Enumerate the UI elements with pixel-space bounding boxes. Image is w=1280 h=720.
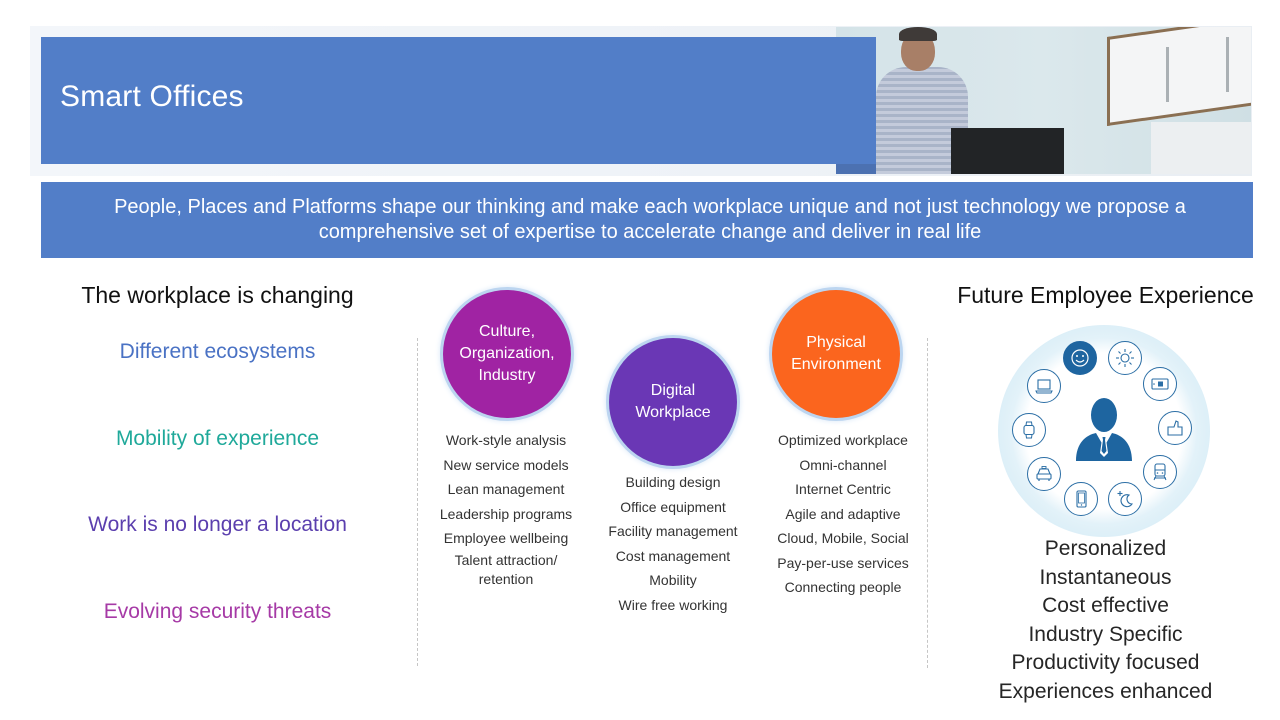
list-item: Leadership programs <box>439 505 573 522</box>
list-item: Pay-per-use services <box>777 554 909 571</box>
moon-icon <box>1108 482 1142 516</box>
pillar-physical-title: Physical Environment <box>791 334 881 373</box>
pillar-culture-circle: Culture, Organization, Industry <box>443 290 571 418</box>
pillar-digital-list: Building design Office equipment Facilit… <box>588 470 758 617</box>
workplace-changing-heading: The workplace is changing <box>81 282 354 308</box>
change-item-mobility: Mobility of experience <box>115 427 320 450</box>
list-item: Cost effective <box>1042 594 1169 618</box>
smartphone-icon <box>1064 482 1098 516</box>
pillar-culture-list: Work-style analysis New service models L… <box>420 428 592 589</box>
pillar-physical-list: Optimized workplace Omni-channel Interne… <box>757 428 929 600</box>
pillar-digital-circle: Digital Workplace <box>609 338 737 466</box>
list-item: Facility management <box>608 523 738 539</box>
list-item: Wire free working <box>618 596 728 613</box>
subtitle-text: People, Places and Platforms shape our t… <box>114 196 1186 243</box>
page-title: Smart Offices <box>60 80 244 113</box>
future-experience-heading: Future Employee Experience <box>957 282 1254 308</box>
list-item: Omni-channel <box>799 456 887 473</box>
list-item: Cost management <box>615 547 731 564</box>
list-item: Connecting people <box>784 579 902 595</box>
smartwatch-icon <box>1012 413 1046 447</box>
list-item: Work-style analysis <box>445 432 567 448</box>
employee-icon <box>1076 398 1132 461</box>
list-item: Optimized workplace <box>778 432 908 448</box>
list-item: New service models <box>443 456 569 473</box>
list-item: Lean management <box>447 481 565 497</box>
list-item: Office equipment <box>620 498 726 515</box>
pillar-physical-circle: Physical Environment <box>772 290 900 418</box>
list-item: Mobility <box>649 572 697 588</box>
experience-diagram <box>998 325 1210 537</box>
smiley-icon <box>1063 341 1097 375</box>
list-item: Agile and adaptive <box>785 505 901 522</box>
list-item: Productivity focused <box>1011 651 1200 675</box>
list-item: Experiences enhanced <box>998 679 1213 703</box>
left-divider <box>417 338 418 666</box>
experience-list: Personalized Instantaneous Cost effectiv… <box>938 535 1273 707</box>
list-item: Cloud, Mobile, Social <box>777 530 909 546</box>
pillar-digital-title: Digital Workplace <box>635 382 711 421</box>
change-item-location: Work is no longer a location <box>88 513 347 536</box>
list-item: Employee wellbeing <box>443 530 569 546</box>
change-item-ecosystems: Different ecosystems <box>119 340 316 363</box>
tablet-icon <box>1143 367 1177 401</box>
train-icon <box>1143 455 1177 489</box>
pillar-culture-title: Culture, Organization, Industry <box>459 323 555 384</box>
list-item: Talent attraction/ retention <box>454 551 558 587</box>
list-item: Instantaneous <box>1039 565 1172 589</box>
list-item: Personalized <box>1044 537 1167 560</box>
thumbs-up-icon <box>1158 411 1192 445</box>
list-item: Internet Centric <box>795 481 891 497</box>
list-item: Industry Specific <box>1028 622 1183 646</box>
list-item: Building design <box>625 474 721 490</box>
laptop-icon <box>1027 369 1061 403</box>
change-item-security: Evolving security threats <box>103 600 332 623</box>
office-worker-photo <box>836 27 1251 174</box>
sun-icon <box>1108 341 1142 375</box>
taxi-icon <box>1027 457 1061 491</box>
